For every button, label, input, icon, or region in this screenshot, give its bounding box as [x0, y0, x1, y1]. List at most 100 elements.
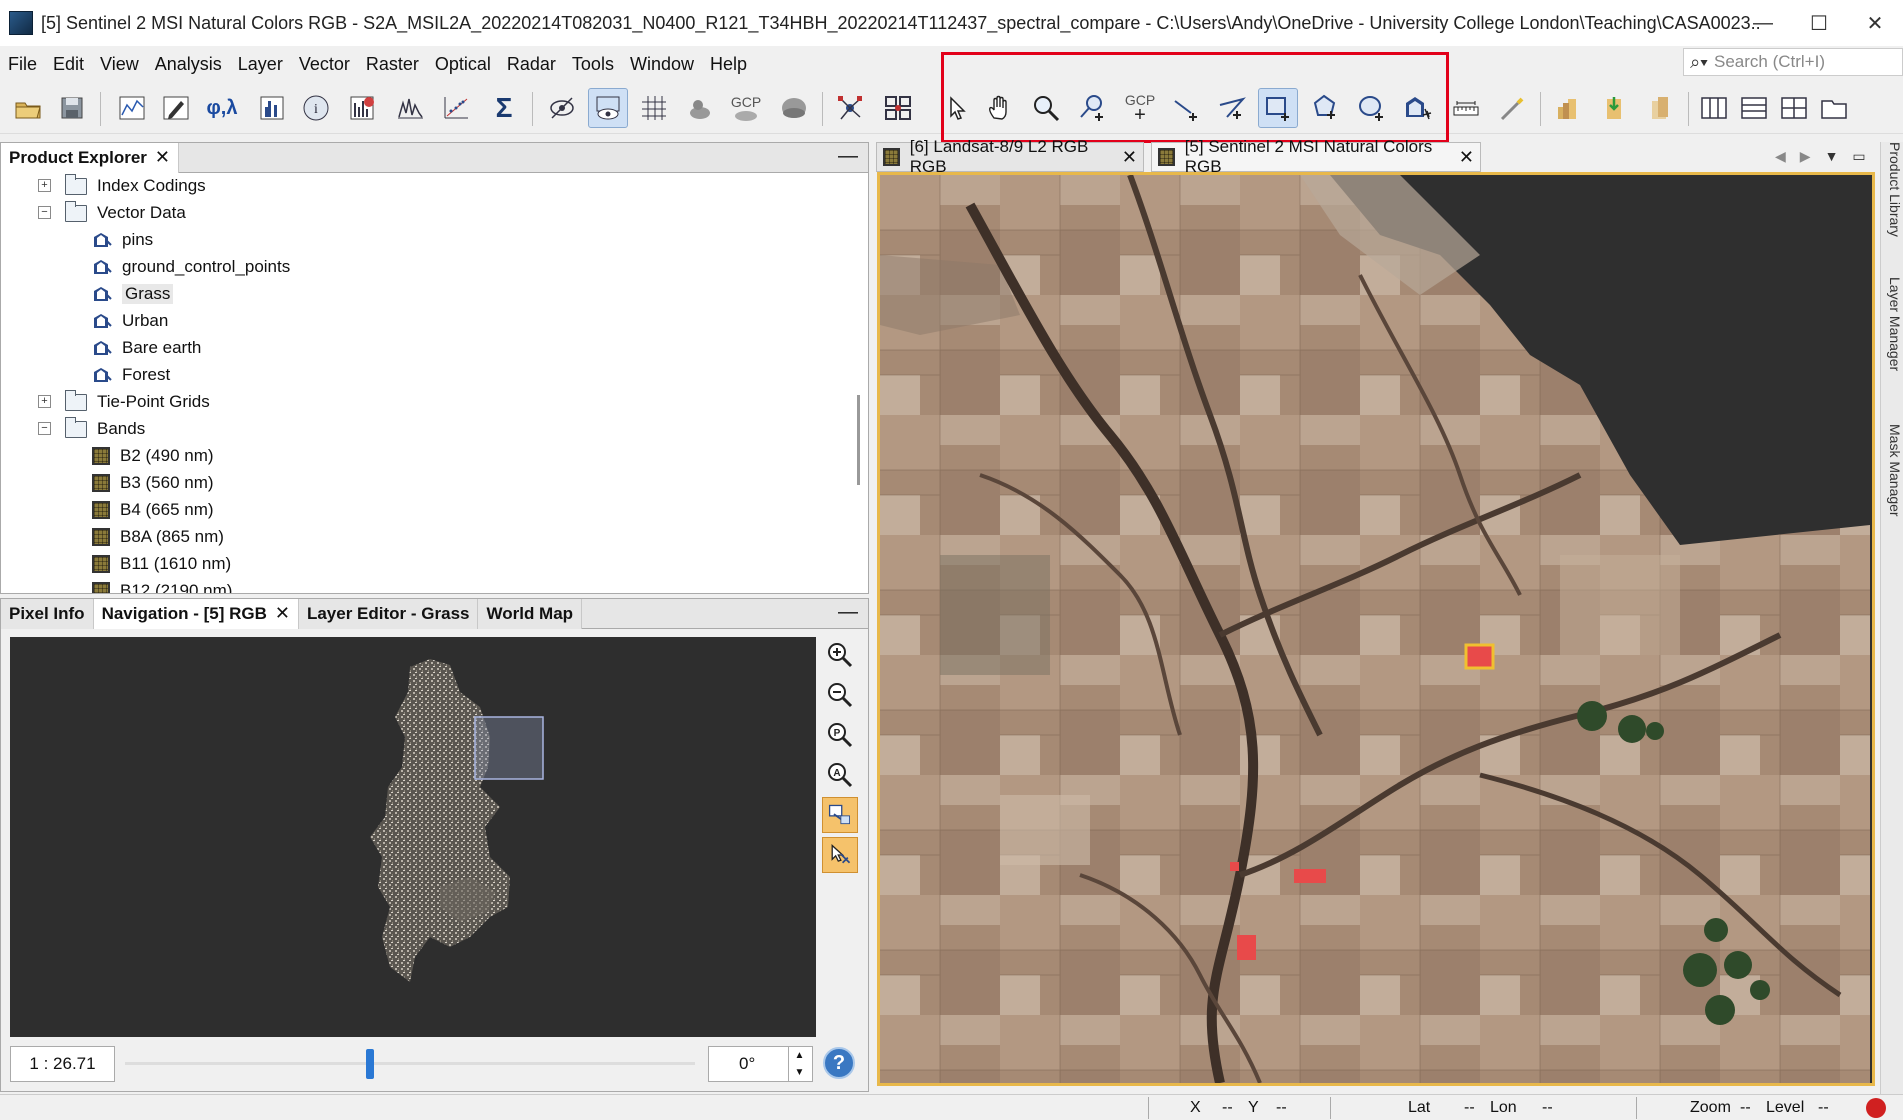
histogram-icon[interactable]: [252, 88, 292, 128]
zoom-pixel-icon[interactable]: P: [822, 717, 858, 753]
sync-cursor-icon[interactable]: [878, 88, 918, 128]
zoom-in-icon[interactable]: [822, 637, 858, 673]
world-map-overlay-icon[interactable]: [774, 88, 814, 128]
tree-node-band-b8a[interactable]: B8A (865 nm): [92, 524, 224, 550]
close-window-button[interactable]: ✕: [1847, 0, 1903, 46]
graticule-overlay-icon[interactable]: [634, 88, 674, 128]
grass-polygon[interactable]: [1230, 862, 1239, 871]
profile-plot-icon[interactable]: [390, 88, 430, 128]
menu-help[interactable]: Help: [702, 54, 755, 75]
tab-navigation[interactable]: Navigation - [5] RGB ✕: [93, 598, 299, 629]
tree-node-urban[interactable]: Urban: [92, 308, 168, 334]
tree-node-tie-point-grids[interactable]: Tie-Point Grids: [65, 389, 210, 415]
tree-node-ground-control-points[interactable]: ground_control_points: [92, 254, 290, 280]
tree-node-band-b3[interactable]: B3 (560 nm): [92, 470, 214, 496]
spectrum-view-icon[interactable]: [112, 88, 152, 128]
menu-vector[interactable]: Vector: [291, 54, 358, 75]
wand-icon[interactable]: [1492, 88, 1532, 128]
show-overlay-icon[interactable]: [588, 88, 628, 128]
export-tool-icon[interactable]: [1640, 88, 1680, 128]
notification-icon[interactable]: [1866, 1098, 1886, 1118]
close-icon[interactable]: ✕: [275, 603, 290, 624]
tab-landsat-rgb[interactable]: [6] Landsat-8/9 L2 RGB RGB ✕: [876, 137, 1144, 176]
tree-scrollbar[interactable]: [857, 395, 860, 485]
tree-node-index-codings[interactable]: Index Codings: [65, 173, 206, 199]
image-view[interactable]: [877, 172, 1875, 1086]
gcp-overlay-icon[interactable]: GCP: [726, 88, 766, 128]
band-maths-sigma-icon[interactable]: Σ: [484, 88, 524, 128]
tree-node-bare-earth[interactable]: Bare earth: [92, 335, 201, 361]
collapse-icon[interactable]: −: [38, 206, 51, 219]
expand-icon[interactable]: +: [38, 395, 51, 408]
minimize-icon[interactable]: —: [838, 145, 858, 168]
maximize-view-icon[interactable]: ▭: [1852, 148, 1865, 165]
statistics-icon[interactable]: [342, 88, 382, 128]
tree-node-pins[interactable]: pins: [92, 227, 153, 253]
close-icon[interactable]: ✕: [1122, 147, 1137, 168]
tree-node-band-b12[interactable]: B12 (2190 nm): [92, 578, 232, 593]
pin-overlay-icon[interactable]: [680, 88, 720, 128]
help-button[interactable]: ?: [823, 1047, 855, 1079]
grass-polygon-selected[interactable]: [1464, 643, 1495, 670]
minimize-icon[interactable]: —: [838, 601, 858, 624]
close-icon[interactable]: ✕: [155, 147, 170, 168]
menu-edit[interactable]: Edit: [45, 54, 92, 75]
menu-raster[interactable]: Raster: [358, 54, 427, 75]
side-tab-mask-manager[interactable]: Mask Manager: [1881, 424, 1903, 517]
side-tab-layer-manager[interactable]: Layer Manager: [1881, 277, 1903, 371]
save-product-icon[interactable]: [52, 88, 92, 128]
menu-view[interactable]: View: [92, 54, 147, 75]
search-box[interactable]: ⌕▾ Search (Ctrl+I): [1683, 48, 1903, 76]
tree-node-forest[interactable]: Forest: [92, 362, 170, 388]
minimize-window-button[interactable]: —: [1735, 0, 1791, 46]
tile-single-icon[interactable]: [1814, 88, 1854, 128]
phi-lambda-geocoding-icon[interactable]: φ,λ: [202, 88, 242, 128]
scroll-left-icon[interactable]: ◀: [1775, 148, 1786, 165]
menu-window[interactable]: Window: [622, 54, 702, 75]
tree-node-vector-data[interactable]: Vector Data: [65, 200, 186, 226]
chevron-up-icon[interactable]: ▲: [789, 1047, 810, 1064]
open-product-icon[interactable]: [8, 88, 48, 128]
menu-layer[interactable]: Layer: [230, 54, 291, 75]
grass-polygon[interactable]: [1237, 935, 1256, 960]
tree-node-band-b4[interactable]: B4 (665 nm): [92, 497, 214, 523]
scale-field[interactable]: 1 : 26.71: [10, 1046, 115, 1082]
chevron-down-icon[interactable]: ▼: [789, 1064, 810, 1081]
collapse-icon[interactable]: −: [38, 422, 51, 435]
menu-analysis[interactable]: Analysis: [147, 54, 230, 75]
tab-product-explorer[interactable]: Product Explorer ✕: [1, 142, 180, 173]
sync-cursor-toggle-icon[interactable]: [822, 837, 858, 873]
navigation-overview-canvas[interactable]: [10, 637, 816, 1037]
tab-sentinel2-rgb[interactable]: [5] Sentinel 2 MSI Natural Colors RGB ✕: [1151, 137, 1481, 176]
import-tool-icon[interactable]: [1594, 88, 1634, 128]
expand-icon[interactable]: +: [38, 179, 51, 192]
information-icon[interactable]: i: [296, 88, 336, 128]
side-tab-product-library[interactable]: Product Library: [1881, 142, 1903, 237]
tile-grid-icon[interactable]: [1774, 88, 1814, 128]
menu-optical[interactable]: Optical: [427, 54, 499, 75]
menu-tools[interactable]: Tools: [564, 54, 622, 75]
menu-file[interactable]: File: [0, 54, 45, 75]
scatter-plot-icon[interactable]: [436, 88, 476, 128]
tree-node-grass[interactable]: Grass: [92, 281, 174, 307]
grass-polygon[interactable]: [1294, 869, 1326, 883]
rotation-spinner[interactable]: ▲ ▼: [788, 1047, 810, 1081]
tile-horizontally-icon[interactable]: [1734, 88, 1774, 128]
tab-world-map[interactable]: World Map: [478, 598, 583, 629]
hide-overlay-icon[interactable]: [542, 88, 582, 128]
viewport-rectangle[interactable]: [474, 716, 544, 780]
tree-node-bands[interactable]: Bands: [65, 416, 145, 442]
tile-evenly-icon[interactable]: [1694, 88, 1734, 128]
maximize-window-button[interactable]: ☐: [1791, 0, 1847, 46]
range-finder-tool-icon[interactable]: [1446, 88, 1486, 128]
product-library-tool-icon[interactable]: [1548, 88, 1588, 128]
tab-pixel-info[interactable]: Pixel Info: [1, 598, 94, 629]
band-maths-edit-icon[interactable]: [156, 88, 196, 128]
tab-layer-editor[interactable]: Layer Editor - Grass: [298, 598, 479, 629]
sync-views-toggle-icon[interactable]: [822, 797, 858, 833]
menu-radar[interactable]: Radar: [499, 54, 564, 75]
tree-node-band-b11[interactable]: B11 (1610 nm): [92, 551, 231, 577]
zoom-out-icon[interactable]: [822, 677, 858, 713]
zoom-slider[interactable]: [125, 1049, 695, 1079]
close-icon[interactable]: ✕: [1459, 147, 1474, 168]
